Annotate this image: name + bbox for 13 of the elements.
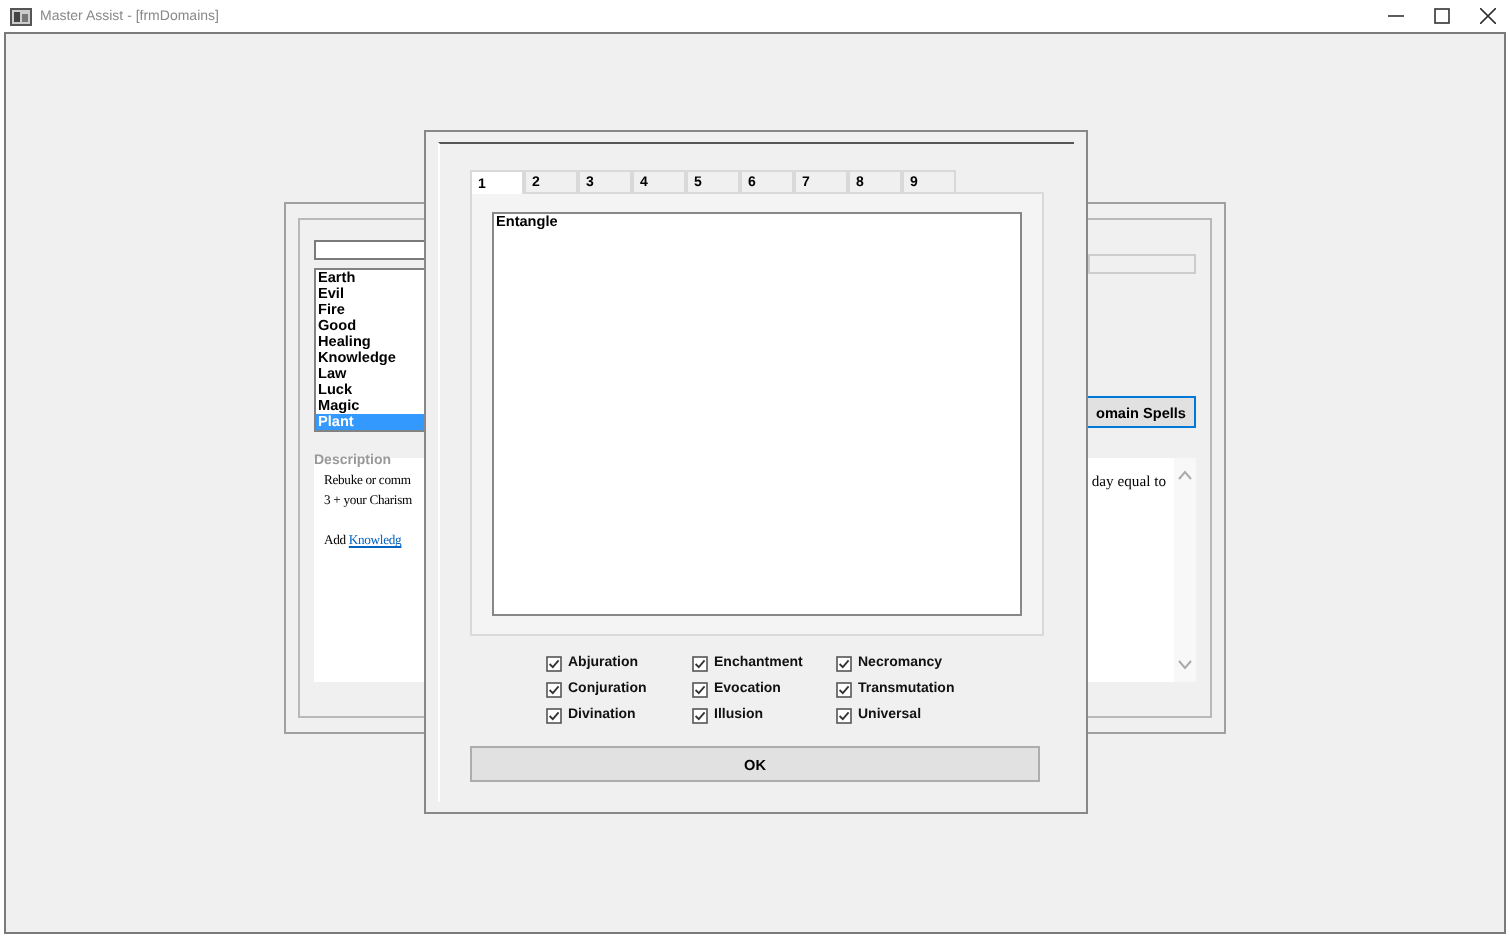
checkbox[interactable] — [692, 707, 708, 723]
checkbox[interactable] — [836, 707, 852, 723]
checkbox[interactable] — [546, 681, 562, 697]
checkbox[interactable] — [546, 707, 562, 723]
checkbox[interactable] — [836, 681, 852, 697]
checkbox[interactable] — [692, 655, 708, 671]
close-icon[interactable] — [1479, 8, 1495, 24]
text-field[interactable] — [1088, 254, 1196, 274]
checkbox[interactable] — [692, 681, 708, 697]
checkbox[interactable] — [546, 655, 562, 671]
app-icon — [10, 7, 32, 25]
checkbox[interactable] — [836, 655, 852, 671]
maximize-icon[interactable] — [1433, 8, 1449, 24]
